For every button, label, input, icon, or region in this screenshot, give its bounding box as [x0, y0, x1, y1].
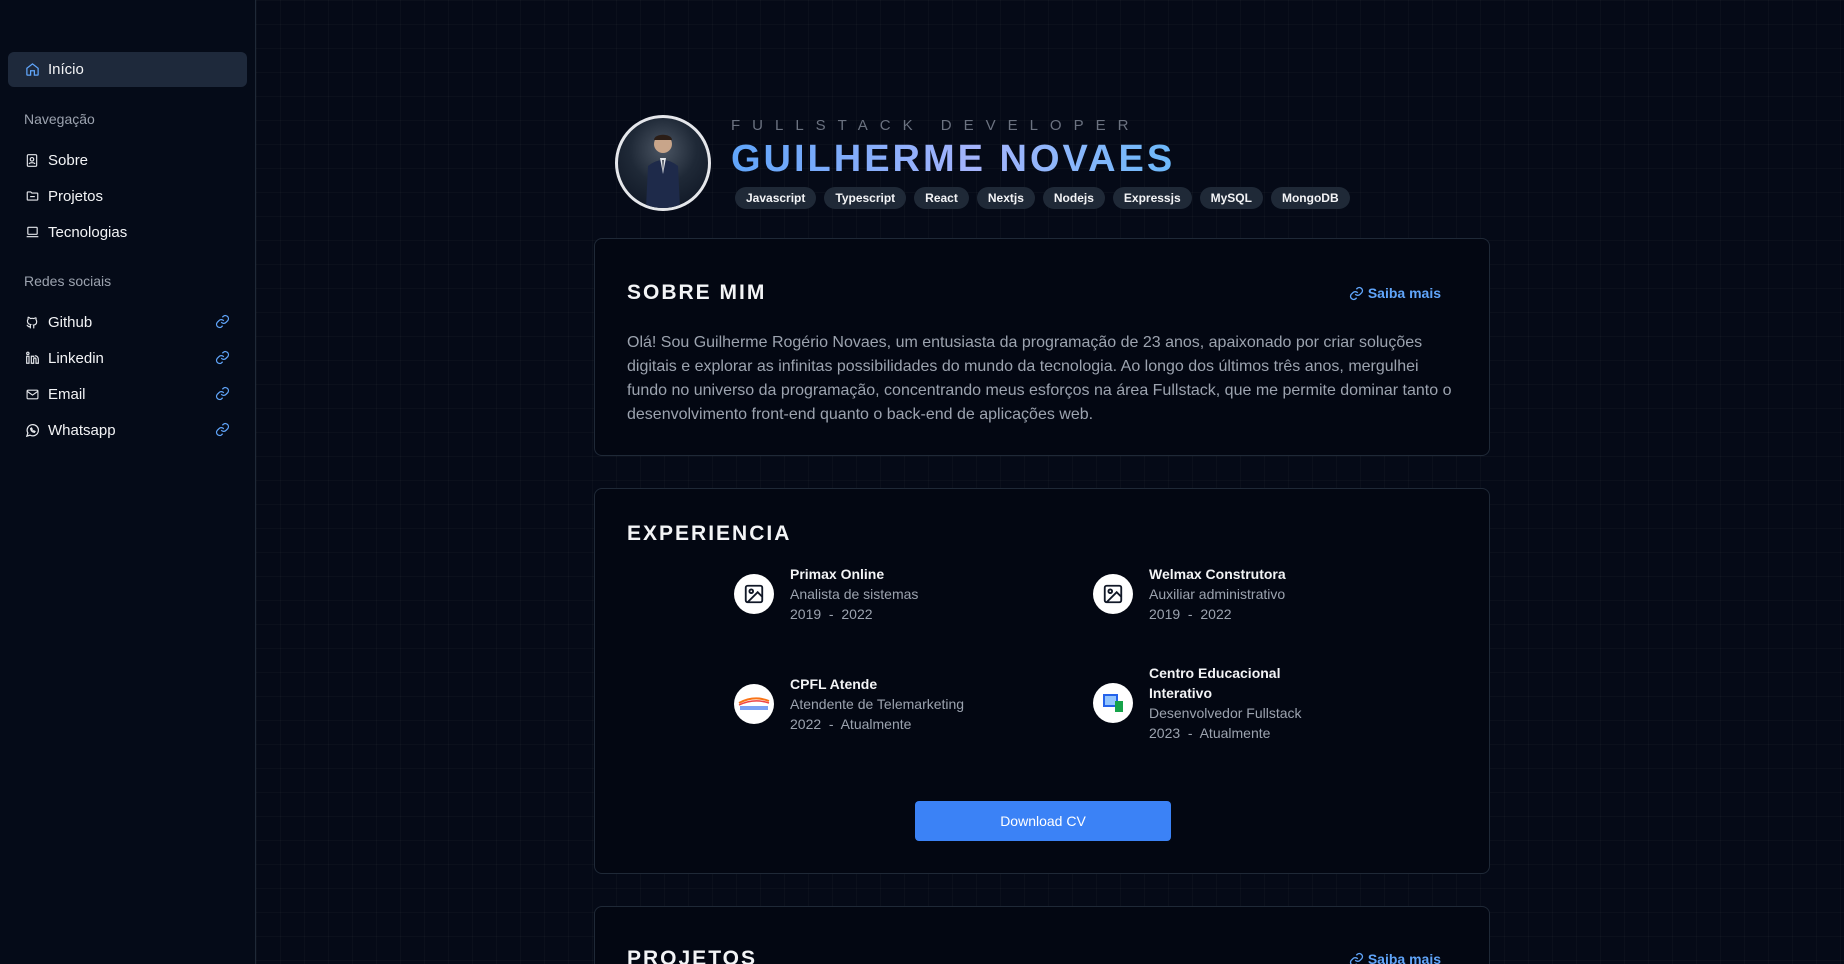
image-placeholder-icon [1093, 574, 1133, 614]
tech-tag: MySQL [1199, 187, 1263, 209]
projects-title: PROJETOS [627, 947, 757, 964]
sidebar-item-label: Tecnologias [48, 223, 128, 241]
experience-company: CPFL Atende [790, 676, 878, 692]
sidebar-item-github[interactable]: Github [8, 305, 247, 339]
sidebar-item-home[interactable]: Início [8, 52, 247, 87]
experience-header: EXPERIENCIA [595, 522, 1489, 546]
experience-item: Centro Educacional Interativo Desenvolve… [1093, 663, 1313, 743]
about-header: SOBRE MIM Saiba mais [595, 281, 1489, 305]
about-text: Olá! Sou Guilherme Rogério Novaes, um en… [627, 334, 1452, 423]
projects-card: PROJETOS Saiba mais [594, 906, 1490, 964]
experience-list: Primax Online Analista de sistemas 2019 … [595, 564, 1489, 784]
experience-period: 2023 - Atualmente [1149, 725, 1271, 741]
experience-period: 2019 - 2022 [1149, 606, 1232, 622]
experience-item: CPFL Atende Atendente de Telemarketing 2… [734, 674, 1034, 734]
experience-company: Centro Educacional Interativo [1149, 665, 1281, 701]
experience-company: Welmax Construtora [1149, 566, 1286, 582]
hero-role: FULLSTACK DEVELOPER [731, 117, 1141, 134]
sidebar-item-label: Início [48, 61, 84, 78]
external-link-icon[interactable] [215, 350, 231, 366]
experience-role: Analista de sistemas [790, 586, 919, 602]
sidebar-item-whatsapp[interactable]: Whatsapp [8, 413, 247, 447]
link-icon [1349, 286, 1363, 300]
sidebar-item-label: Whatsapp [48, 421, 116, 439]
experience-card: EXPERIENCIA Primax Online Analista de si… [594, 488, 1490, 874]
id-badge-icon [24, 152, 40, 168]
experience-role: Atendente de Telemarketing [790, 696, 965, 712]
nav-section-title: Navegação [24, 111, 95, 127]
experience-company: Primax Online [790, 566, 885, 582]
image-placeholder-icon [734, 574, 774, 614]
hero-name: GUILHERME NOVAES [731, 137, 1350, 181]
projects-more-label: Saiba mais [1367, 951, 1441, 964]
external-link-icon[interactable] [215, 314, 231, 330]
tech-tag: Nodejs [1042, 187, 1105, 209]
mail-icon [24, 386, 40, 402]
link-icon [1349, 952, 1363, 964]
sidebar-item-label: Sobre [48, 151, 89, 169]
external-link-icon[interactable] [215, 422, 231, 438]
app-root: Início Navegação Sobre Projetos Tecnolog… [0, 0, 1844, 964]
linkedin-icon [24, 350, 40, 366]
sidebar-item-email[interactable]: Email [8, 377, 247, 411]
experience-period: 2022 - Atualmente [790, 716, 912, 732]
tech-tags: Javascript Typescript React Nextjs Nodej… [735, 187, 1350, 209]
hero-text: FULLSTACK DEVELOPER GUILHERME NOVAES Jav… [731, 117, 1350, 209]
external-link-icon[interactable] [215, 386, 231, 402]
social-section-title: Redes sociais [24, 273, 112, 289]
main-content: FULLSTACK DEVELOPER GUILHERME NOVAES Jav… [256, 0, 1844, 964]
hero: FULLSTACK DEVELOPER GUILHERME NOVAES Jav… [615, 115, 1350, 211]
cei-logo [1093, 683, 1133, 723]
sidebar-item-label: Email [48, 385, 86, 403]
experience-item: Welmax Construtora Auxiliar administrati… [1093, 564, 1393, 624]
home-icon [24, 62, 40, 78]
tech-tag: React [914, 187, 969, 209]
cpfl-logo [734, 684, 774, 724]
about-card: SOBRE MIM Saiba mais Olá! Sou Guilherme … [594, 238, 1490, 456]
projects-header: PROJETOS Saiba mais [595, 947, 1489, 964]
tech-tag: Typescript [824, 187, 907, 209]
experience-item: Primax Online Analista de sistemas 2019 … [734, 564, 1034, 624]
sidebar: Início Navegação Sobre Projetos Tecnolog… [0, 0, 256, 964]
experience-role: Desenvolvedor Fullstack [1149, 705, 1302, 721]
sidebar-item-sobre[interactable]: Sobre [8, 143, 247, 177]
whatsapp-icon [24, 422, 40, 438]
experience-period: 2019 - 2022 [790, 606, 873, 622]
tech-tag: Javascript [735, 187, 817, 209]
tech-tag: MongoDB [1270, 187, 1350, 209]
laptop-icon [24, 224, 40, 240]
sidebar-item-label: Linkedin [48, 349, 104, 367]
sidebar-item-label: Projetos [48, 187, 104, 205]
sidebar-item-label: Github [48, 313, 93, 331]
about-more-label: Saiba mais [1367, 285, 1441, 301]
github-icon [24, 314, 40, 330]
sidebar-item-projetos[interactable]: Projetos [8, 179, 247, 213]
projects-more-link[interactable]: Saiba mais [1349, 951, 1441, 964]
download-cv-button[interactable]: Download CV [915, 801, 1171, 841]
sidebar-item-tecnologias[interactable]: Tecnologias [8, 215, 247, 249]
about-title: SOBRE MIM [627, 281, 767, 304]
tech-tag: Expressjs [1112, 187, 1192, 209]
tech-tag: Nextjs [976, 187, 1035, 209]
avatar [615, 115, 711, 211]
experience-role: Auxiliar administrativo [1149, 586, 1286, 602]
experience-title: EXPERIENCIA [627, 522, 792, 545]
about-more-link[interactable]: Saiba mais [1349, 285, 1441, 301]
sidebar-item-linkedin[interactable]: Linkedin [8, 341, 247, 375]
folder-icon [24, 188, 40, 204]
